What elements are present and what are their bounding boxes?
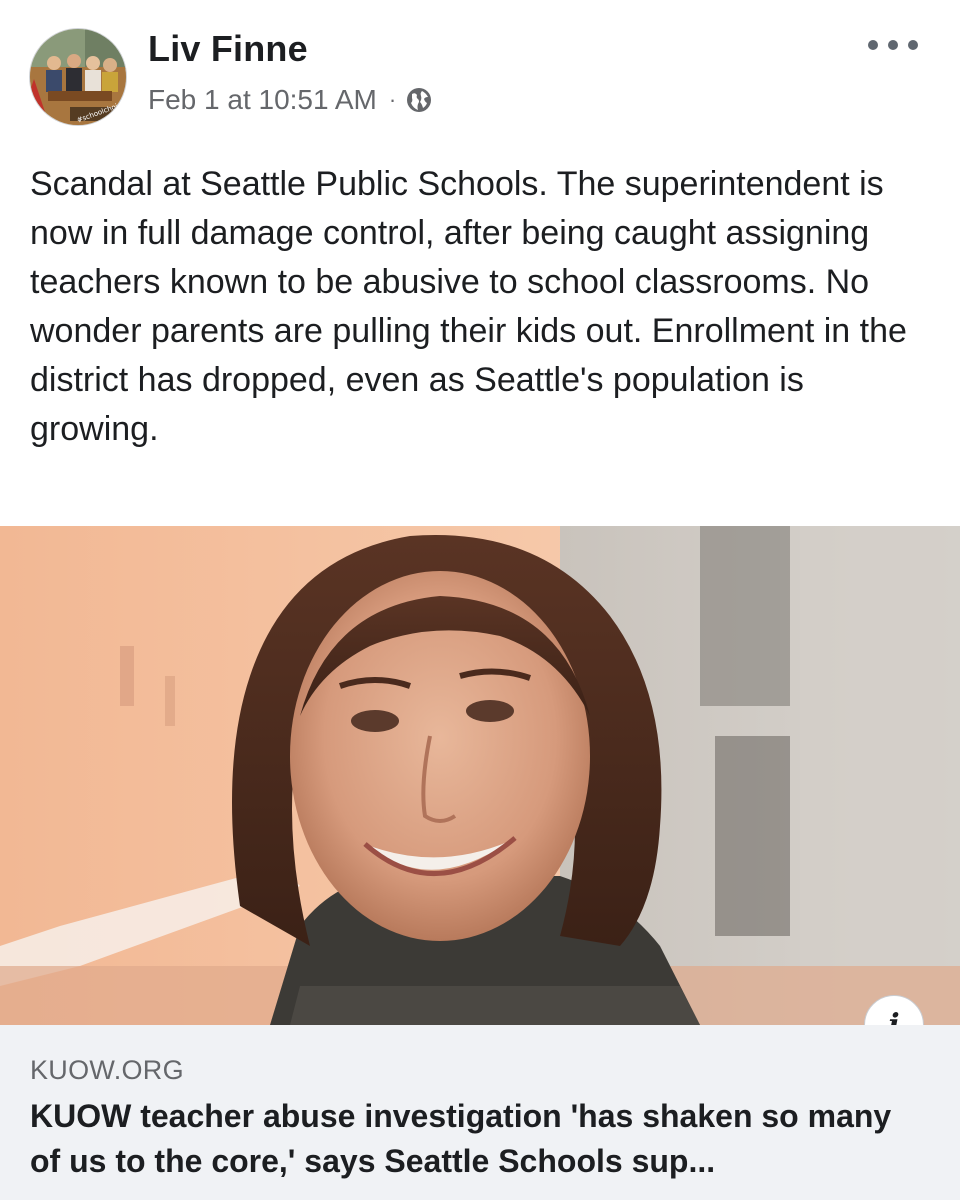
more-dot <box>888 40 898 50</box>
post-timestamp[interactable]: Feb 1 at 10:51 AM <box>148 84 377 116</box>
more-dot <box>868 40 878 50</box>
facebook-post: #schoolchoice Liv Finne Feb 1 at 10:51 A… <box>0 0 960 1200</box>
more-dot <box>908 40 918 50</box>
more-options-icon[interactable] <box>868 30 918 60</box>
link-headline[interactable]: KUOW teacher abuse investigation 'has sh… <box>30 1094 930 1184</box>
author-name[interactable]: Liv Finne <box>148 28 308 70</box>
author-avatar[interactable]: #schoolchoice <box>29 28 127 126</box>
post-header: #schoolchoice Liv Finne Feb 1 at 10:51 A… <box>0 0 960 140</box>
post-meta: Feb 1 at 10:51 AM · <box>148 82 432 118</box>
meta-separator: · <box>388 87 397 112</box>
post-text: Scandal at Seattle Public Schools. The s… <box>30 165 907 448</box>
link-preview-image[interactable] <box>0 526 960 1025</box>
globe-icon[interactable] <box>406 87 432 113</box>
link-domain: KUOW.ORG <box>30 1055 184 1085</box>
